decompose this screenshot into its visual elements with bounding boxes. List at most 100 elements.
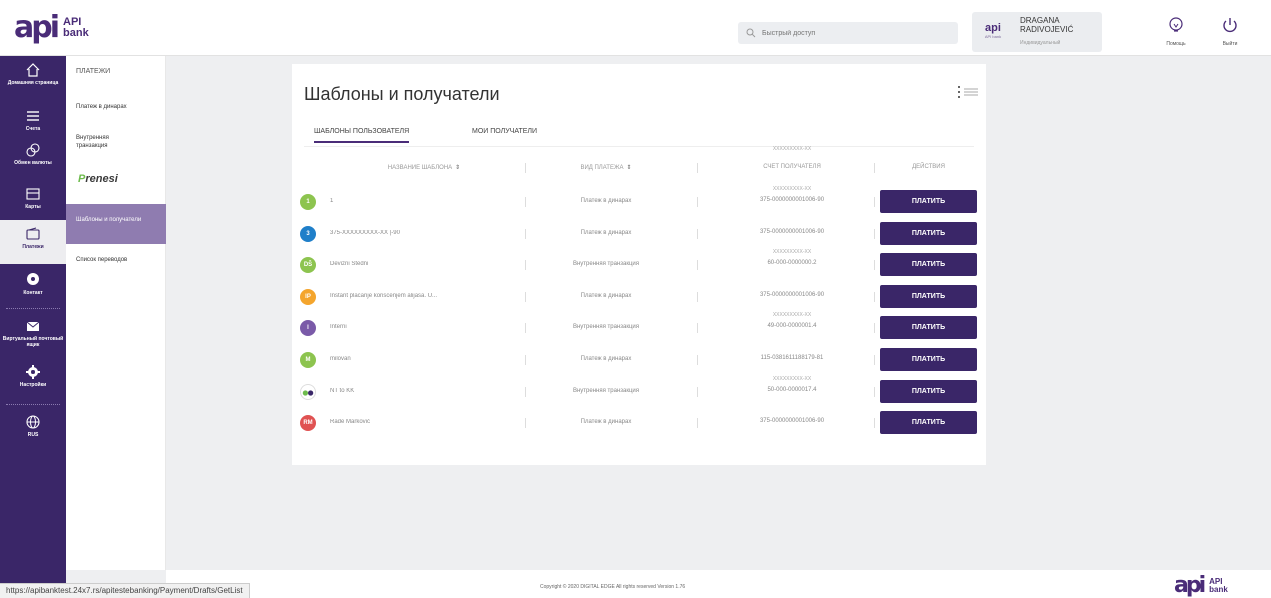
recipient-account: 115-0381611188179-81 xyxy=(760,355,824,361)
template-name: milovan xyxy=(330,356,351,362)
table-row: 3 375-XXXXXXXXX-XX |-90 Платеж в динарах 37… xyxy=(292,218,986,249)
pay-button[interactable]: ПЛАТИТЬ xyxy=(880,221,977,245)
globe-icon xyxy=(26,415,40,429)
payment-type: Платеж в динарах xyxy=(580,419,632,426)
submenu-item-transfer-list[interactable]: Список переводов xyxy=(66,256,166,264)
user-name: DRAGANA RADIVOJEVIĆ xyxy=(1020,16,1074,34)
template-avatar: IP xyxy=(300,288,316,305)
sidebar-divider xyxy=(6,404,60,405)
sidebar-item-settings[interactable]: Настройки xyxy=(0,364,66,388)
sidebar-item-virtual-mailbox[interactable]: Виртуальный почтовый ящик xyxy=(0,318,66,348)
column-separator xyxy=(874,355,875,365)
recipient-account: 50-000-0000017.4 xyxy=(767,386,817,393)
help-bulb-icon xyxy=(1169,17,1183,32)
sort-icon[interactable]: ⇕ xyxy=(627,165,632,171)
template-avatar: 3 xyxy=(300,225,316,242)
sort-icon[interactable]: ⇕ xyxy=(455,165,460,171)
table-row: DŠ Devizni Štedni Внутренняя транзакция XXX… xyxy=(292,249,986,280)
column-separator xyxy=(525,163,526,173)
account-mask: XXXXXXXXX-XX xyxy=(772,186,812,192)
recipient-account: 375-0000000001006-90 xyxy=(759,228,825,235)
api-bank-logo[interactable]: api API bank xyxy=(14,10,89,45)
column-separator xyxy=(697,386,698,397)
sidebar-item-payments[interactable]: Платежи xyxy=(0,220,66,264)
payments-submenu: ПЛАТЕЖИ Платеж в динарах Внутренняя тран… xyxy=(66,56,166,570)
pay-button[interactable]: ПЛАТИТЬ xyxy=(880,379,977,403)
template-avatar xyxy=(300,383,316,400)
sidebar-divider xyxy=(6,308,60,309)
footer-logo: api API bank xyxy=(1174,573,1228,598)
user-profile-box[interactable]: api API bank DRAGANA RADIVOJEVIĆ Индивид… xyxy=(972,12,1102,52)
column-separator xyxy=(525,386,526,397)
template-name: Rade Marković xyxy=(330,419,371,426)
column-separator xyxy=(697,197,698,207)
submenu-item-templates[interactable]: Шаблоны и получатели xyxy=(66,204,166,244)
column-separator xyxy=(874,228,875,239)
table-row: RM Rade Marković Платеж в динарах 375-00000… xyxy=(292,407,986,438)
page-title: Шаблоны и получатели xyxy=(304,84,500,104)
template-name: NT to KK xyxy=(330,387,355,394)
pay-button[interactable]: ПЛАТИТЬ xyxy=(880,190,977,213)
template-avatar: DŠ xyxy=(300,257,316,274)
recipient-account: 49-000-0000001.4 xyxy=(767,323,817,330)
pay-button[interactable]: ПЛАТИТЬ xyxy=(880,316,977,340)
top-header: api APIbank api API bank DRAGANA RADIVOJ… xyxy=(0,0,1271,56)
table-row: Mmilovan Платеж в динарах 115-038161118817… xyxy=(292,344,986,375)
card-icon xyxy=(26,188,40,200)
pay-button[interactable]: ПЛАТИТЬ xyxy=(880,284,977,308)
column-header-payment-type[interactable]: ВИД ПЛАТЕЖА ⇕ xyxy=(532,164,680,171)
template-avatar: RM xyxy=(300,415,316,432)
gear-icon xyxy=(26,365,40,379)
table-row: NT to KK Внутренняя транзакция XXXXXXXXX-X… xyxy=(292,376,986,407)
prenesi-logo[interactable]: Prenesi xyxy=(78,173,118,185)
tab-user-templates[interactable]: ШАБЛОНЫ ПОЛЬЗОВАТЕЛЯ xyxy=(314,128,410,143)
column-separator xyxy=(697,163,698,173)
column-separator xyxy=(525,228,526,239)
help-button[interactable]: Помощь xyxy=(1158,16,1194,47)
search-input[interactable] xyxy=(762,29,942,37)
column-separator xyxy=(525,323,526,334)
quick-access-search[interactable] xyxy=(738,22,958,44)
browser-status-url: https://apibanktest.24x7.rs/apitestebank… xyxy=(0,583,250,598)
column-separator xyxy=(874,323,875,334)
list-icon xyxy=(27,111,39,121)
home-icon xyxy=(26,63,40,77)
payment-type: Внутренняя транзакция xyxy=(572,261,639,268)
payment-type: Платеж в динарах xyxy=(580,229,632,236)
logout-button[interactable]: Выйти xyxy=(1212,16,1248,47)
column-separator xyxy=(525,418,526,429)
sidebar-item-language[interactable]: RUS xyxy=(0,414,66,438)
pay-button[interactable]: ПЛАТИТЬ xyxy=(880,253,977,277)
column-separator xyxy=(874,291,875,302)
logo-mark: api xyxy=(14,10,60,45)
logo-text: API bank xyxy=(63,16,89,39)
filter-settings-icon[interactable] xyxy=(958,86,978,98)
payment-type: Платеж в динарах xyxy=(580,292,632,299)
submenu-item-internal-transaction[interactable]: Внутренняя транзакция xyxy=(66,134,136,150)
page-footer: Copyright © 2020 DIGITAL EDGE All rights… xyxy=(166,570,1271,598)
sidebar-item-cards[interactable]: Карты xyxy=(0,186,66,210)
payment-type: Внутренняя транзакция xyxy=(572,387,639,394)
column-header-template-name[interactable]: НАЗВАНИЕ ШАБЛОНА ⇕ xyxy=(324,164,524,171)
template-name: Instant placanje koriscenjem alijasa. U.… xyxy=(330,292,438,299)
column-header-recipient-account: СЧЕТ ПОЛУЧАТЕЛЯ xyxy=(763,164,821,170)
sidebar-item-contact[interactable]: Контакт xyxy=(0,272,66,296)
submenu-item-dinar-payment[interactable]: Платеж в динарах xyxy=(66,103,166,111)
pay-button[interactable]: ПЛАТИТЬ xyxy=(880,348,977,371)
pay-button[interactable]: ПЛАТИТЬ xyxy=(880,411,977,435)
column-separator xyxy=(697,355,698,365)
column-separator xyxy=(697,228,698,239)
column-separator xyxy=(525,260,526,271)
sidebar-item-accounts[interactable]: Счета xyxy=(0,108,66,132)
column-separator xyxy=(874,197,875,207)
sidebar-item-home[interactable]: Домашняя страница xyxy=(0,62,66,86)
table-row: IP Instant placanje koriscenjem alijasa. … xyxy=(292,281,986,312)
template-avatar: M xyxy=(300,352,316,368)
templates-card: Шаблоны и получатели ШАБЛОНЫ ПОЛЬЗОВАТЕЛ… xyxy=(292,64,986,465)
column-separator xyxy=(525,355,526,365)
tab-my-recipients[interactable]: МОИ ПОЛУЧАТЕЛИ xyxy=(472,128,537,141)
help-label: Помощь xyxy=(1166,41,1186,47)
search-icon xyxy=(746,28,756,38)
payment-type: Платеж в динарах xyxy=(580,356,632,362)
sidebar-item-currency-exchange[interactable]: Обмен валюты xyxy=(0,142,66,166)
